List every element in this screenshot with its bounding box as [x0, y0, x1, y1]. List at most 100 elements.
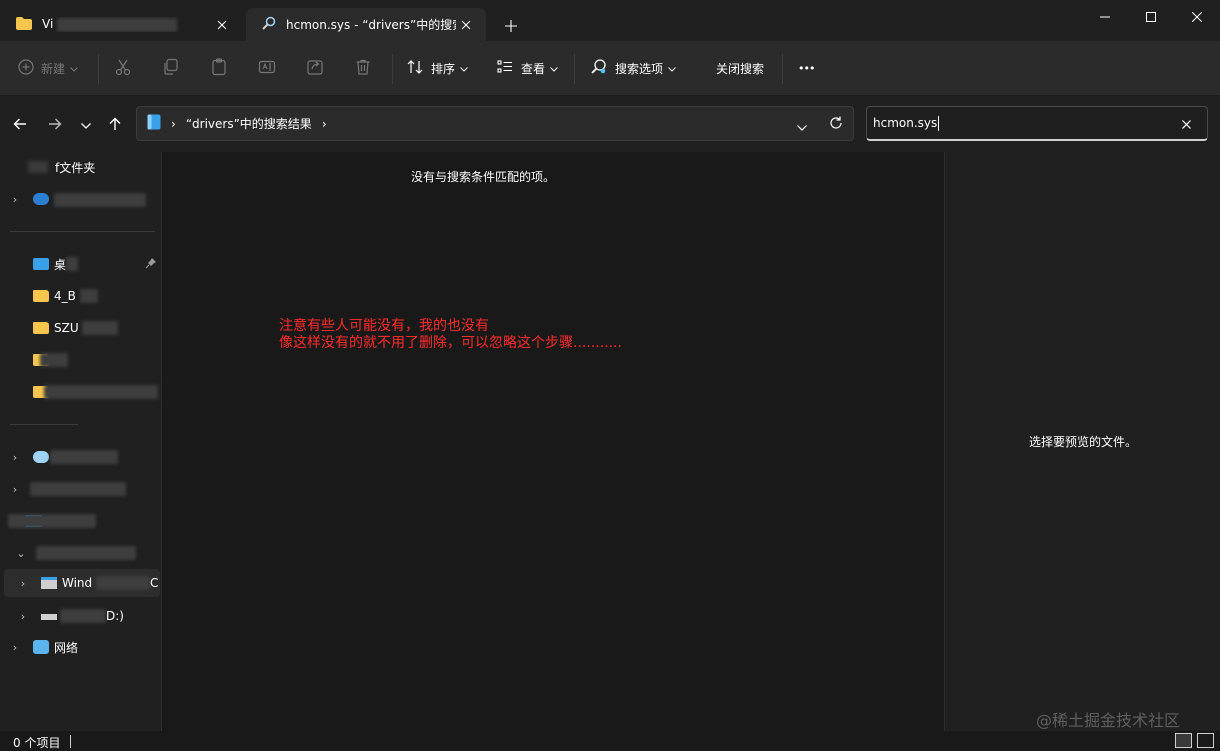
scissors-icon [114, 58, 132, 79]
chevron-down-icon[interactable]: ⌄ [15, 547, 27, 560]
view-label: 查看 [521, 61, 546, 76]
search-value: hcmon.sys [873, 116, 938, 130]
chevron-down-icon [460, 61, 468, 75]
sidebar-item-folder-4b[interactable]: 4_B [0, 282, 162, 310]
chevron-right-icon[interactable]: › [17, 610, 29, 623]
sidebar-item-desktop[interactable]: 桌 [0, 250, 162, 278]
desktop-icon [33, 258, 49, 270]
breadcrumb[interactable]: “drivers”中的搜索结果 [186, 115, 312, 132]
more-icon: ••• [798, 61, 815, 75]
sidebar-item-szu[interactable]: SZU [0, 314, 162, 342]
search-results-icon [147, 114, 161, 133]
up-button[interactable] [102, 112, 128, 138]
item-count: 0 个项目 [13, 736, 61, 750]
close-tab-icon[interactable] [212, 15, 232, 35]
copy-icon [162, 58, 180, 79]
tab-vi[interactable]: Vi [0, 8, 242, 41]
breadcrumb-chevron-icon[interactable]: › [171, 117, 176, 131]
view-button[interactable]: 查看 [496, 55, 558, 81]
red-annotation: 注意有些人可能没有，我的也没有 像这样没有的就不用了删除，可以忽略这个步骤...… [279, 318, 622, 352]
command-bar: 新建 排序 查看 搜索选项 关闭搜索 ••• [0, 41, 1220, 96]
details-view-icon[interactable] [1175, 733, 1192, 748]
sidebar-item-device[interactable]: ⌄ [0, 539, 162, 567]
new-button[interactable]: 新建 [18, 55, 78, 81]
sort-label: 排序 [431, 61, 456, 76]
arrow-up-icon [109, 117, 121, 134]
tab-search-results[interactable]: hcmon.sys - “drivers”中的搜索 [246, 8, 486, 41]
folder-icon [16, 16, 32, 33]
file-list-area[interactable]: 没有与搜索条件匹配的项。 注意有些人可能没有，我的也没有 像这样没有的就不用了删… [163, 152, 943, 731]
watermark: @稀土掘金技术社区 [1036, 711, 1181, 730]
clear-search-icon[interactable] [1182, 118, 1191, 132]
breadcrumb-chevron-icon[interactable]: › [322, 117, 327, 131]
preview-message: 选择要预览的文件。 [1028, 435, 1137, 449]
rename-button[interactable] [258, 55, 276, 81]
sidebar-item-drive[interactable]: › [0, 475, 162, 503]
close-window-button[interactable] [1174, 0, 1220, 33]
text-caret [938, 115, 940, 131]
delete-button[interactable] [354, 55, 372, 81]
sidebar-item-new-folder[interactable]: f文件夹 [0, 153, 162, 181]
plus-circle-icon [18, 58, 34, 78]
view-list-icon [496, 58, 514, 79]
sort-icon [406, 58, 424, 79]
search-input[interactable]: hcmon.sys [866, 106, 1208, 141]
chevron-down-icon [550, 61, 558, 75]
maximize-button[interactable] [1128, 0, 1174, 33]
empty-results-message: 没有与搜索条件匹配的项。 [410, 170, 555, 184]
arrow-right-icon [48, 118, 62, 133]
recent-locations-button[interactable] [73, 112, 99, 138]
share-icon [306, 58, 324, 79]
chevron-right-icon[interactable]: › [9, 641, 21, 654]
share-button[interactable] [306, 55, 324, 81]
divider [574, 54, 575, 84]
refresh-icon[interactable] [829, 116, 843, 133]
cut-button[interactable] [114, 55, 132, 81]
folder-icon [33, 322, 49, 334]
chevron-down-icon [668, 61, 676, 75]
network-icon [33, 640, 49, 654]
address-bar[interactable]: › “drivers”中的搜索结果 › [136, 106, 854, 141]
forward-button[interactable] [42, 112, 68, 138]
divider [70, 735, 71, 748]
annotation-line: 注意有些人可能没有，我的也没有 [279, 318, 489, 334]
close-tab-icon[interactable] [456, 15, 476, 35]
cloud-icon [33, 451, 49, 463]
chevron-right-icon[interactable]: › [9, 483, 21, 496]
sidebar-item-folder[interactable] [0, 378, 162, 406]
sidebar-item-onedrive[interactable]: › [0, 185, 162, 213]
divider [10, 424, 78, 425]
back-button[interactable] [7, 112, 33, 138]
new-label: 新建 [41, 61, 66, 76]
navigation-pane: f文件夹 › 桌 4_B SZU › › ⌄ › Wind C › D:) › … [0, 152, 162, 731]
preview-pane: 选择要预览的文件。 [944, 152, 1220, 731]
divider [782, 54, 783, 84]
chevron-right-icon[interactable]: › [9, 193, 21, 206]
sort-button[interactable]: 排序 [406, 55, 468, 81]
drive-icon [41, 614, 57, 620]
sidebar-item-d-drive[interactable]: › D:) [0, 602, 162, 630]
sidebar-item-windows-drive[interactable]: › Wind C [4, 569, 160, 597]
copy-button[interactable] [162, 55, 180, 81]
pin-icon[interactable] [145, 257, 157, 272]
sidebar-item-network[interactable]: › 网络 [0, 633, 162, 661]
tiles-view-icon[interactable] [1197, 733, 1214, 748]
search-options-button[interactable]: 搜索选项 [590, 55, 676, 81]
chevron-down-icon[interactable] [797, 120, 807, 134]
trash-icon [354, 58, 372, 79]
sidebar-item-cloud[interactable]: › [0, 443, 162, 471]
sidebar-item-this-pc[interactable] [0, 507, 162, 535]
close-search-button[interactable]: 关闭搜索 [716, 55, 764, 81]
chevron-down-icon [70, 61, 78, 75]
chevron-right-icon[interactable]: › [17, 577, 29, 590]
new-tab-button[interactable] [498, 14, 524, 38]
sidebar-item-folder[interactable] [0, 346, 162, 374]
tab-title: hcmon.sys - “drivers”中的搜索 [286, 18, 456, 32]
minimize-button[interactable] [1082, 0, 1128, 33]
search-options-label: 搜索选项 [615, 61, 664, 76]
paste-button[interactable] [210, 55, 228, 81]
rename-icon [258, 58, 276, 79]
more-options-button[interactable]: ••• [798, 55, 815, 81]
blurred-label [54, 193, 146, 207]
chevron-right-icon[interactable]: › [9, 451, 21, 464]
